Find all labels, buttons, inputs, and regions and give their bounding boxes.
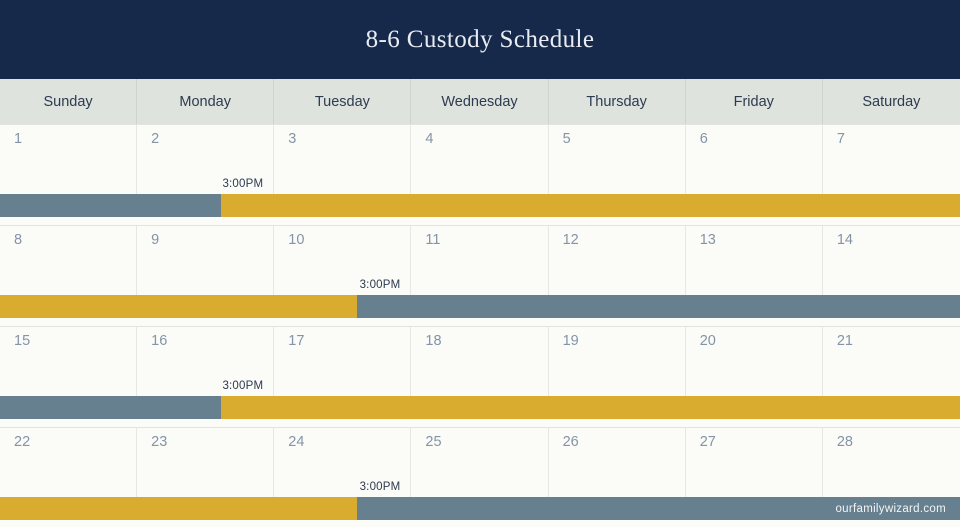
day-cell[interactable]: 7 xyxy=(822,125,960,194)
day-number: 20 xyxy=(699,333,716,349)
custody-bar-track: ourfamilywizard.com xyxy=(0,497,960,520)
day-number: 19 xyxy=(562,333,579,349)
weekday-label: Sunday xyxy=(43,93,93,110)
weekday-header-friday: Friday xyxy=(686,79,823,124)
custody-bar-parent-b[interactable] xyxy=(0,295,358,318)
day-number: 17 xyxy=(288,333,305,349)
day-cell[interactable]: 23 xyxy=(137,428,275,497)
exchange-time-label: 3:00PM xyxy=(359,481,401,493)
day-number: 1 xyxy=(14,131,23,147)
watermark: ourfamilywizard.com xyxy=(835,502,946,515)
exchange-time-label: 3:00PM xyxy=(222,380,264,392)
day-number: 11 xyxy=(425,232,441,248)
day-cell[interactable]: 6 xyxy=(685,125,823,194)
day-number: 6 xyxy=(699,131,708,147)
week-day-grid: 8 9 10 3:00PM 11 12 13 14 xyxy=(0,225,960,295)
day-cell[interactable]: 14 xyxy=(822,226,960,295)
day-number: 3 xyxy=(288,131,297,147)
weekday-header-thursday: Thursday xyxy=(549,79,686,124)
week-day-grid: 15 16 3:00PM 17 18 19 20 21 xyxy=(0,326,960,396)
week-day-grid: 22 23 24 3:00PM 25 26 27 28 xyxy=(0,427,960,497)
day-cell[interactable]: 4 xyxy=(411,125,549,194)
weekday-header-sunday: Sunday xyxy=(0,79,138,124)
day-number: 24 xyxy=(288,434,305,450)
weekday-label: Tuesday xyxy=(314,93,370,110)
day-cell[interactable]: 10 3:00PM xyxy=(274,226,412,295)
weekday-label: Wednesday xyxy=(441,93,518,110)
day-cell[interactable]: 1 xyxy=(0,125,138,194)
day-number: 4 xyxy=(425,131,434,147)
day-number: 16 xyxy=(151,333,168,349)
day-number: 5 xyxy=(562,131,571,147)
exchange-time-label: 3:00PM xyxy=(359,279,401,291)
day-cell[interactable]: 8 xyxy=(0,226,138,295)
day-cell[interactable]: 28 xyxy=(822,428,960,497)
day-number: 21 xyxy=(836,333,853,349)
week-row: 22 23 24 3:00PM 25 26 27 28 ourfamilywizard.com xyxy=(0,427,960,527)
calendar-weeks: 1 2 3:00PM 3 4 5 6 7 8 9 10 3:00PM 11 12 13 14 15 16 3:00P… xyxy=(0,124,960,527)
custody-bar-parent-a[interactable] xyxy=(357,295,960,318)
day-number: 2 xyxy=(151,131,160,147)
day-number: 28 xyxy=(836,434,853,450)
week-row: 1 2 3:00PM 3 4 5 6 7 xyxy=(0,124,960,225)
week-row: 15 16 3:00PM 17 18 19 20 21 xyxy=(0,326,960,427)
day-cell[interactable]: 12 xyxy=(548,226,686,295)
custody-bar-track xyxy=(0,295,960,318)
page-title: 8-6 Custody Schedule xyxy=(365,25,595,53)
day-cell[interactable]: 16 3:00PM xyxy=(137,327,275,396)
day-number: 23 xyxy=(151,434,168,450)
day-cell[interactable]: 11 xyxy=(411,226,549,295)
day-number: 27 xyxy=(699,434,716,450)
day-number: 13 xyxy=(699,232,716,248)
custody-bar-track xyxy=(0,396,960,419)
day-cell[interactable]: 5 xyxy=(548,125,686,194)
day-number: 15 xyxy=(14,333,31,349)
weekday-label: Monday xyxy=(179,93,231,110)
weekday-label: Saturday xyxy=(862,93,921,110)
day-cell[interactable]: 27 xyxy=(685,428,823,497)
day-number: 18 xyxy=(425,333,442,349)
day-cell[interactable]: 25 xyxy=(411,428,549,497)
day-cell[interactable]: 18 xyxy=(411,327,549,396)
weekday-header-saturday: Saturday xyxy=(823,79,960,124)
custody-bar-parent-a[interactable] xyxy=(0,194,221,217)
day-number: 12 xyxy=(562,232,579,248)
weekday-header-row: Sunday Monday Tuesday Wednesday Thursday Frid… xyxy=(0,79,960,124)
day-cell[interactable]: 19 xyxy=(548,327,686,396)
custody-bar-parent-b[interactable] xyxy=(220,194,960,217)
calendar-root: 8-6 Custody Schedule Sunday Monday Tuesday… xyxy=(0,0,960,527)
weekday-header-wednesday: Wednesday xyxy=(411,79,549,124)
weekday-header-tuesday: Tuesday xyxy=(274,79,412,124)
day-cell[interactable]: 24 3:00PM xyxy=(274,428,412,497)
day-cell[interactable]: 2 3:00PM xyxy=(137,125,275,194)
custody-bar-parent-b[interactable] xyxy=(220,396,960,419)
exchange-time-label: 3:00PM xyxy=(222,178,264,190)
week-row: 8 9 10 3:00PM 11 12 13 14 xyxy=(0,225,960,326)
day-cell[interactable]: 9 xyxy=(137,226,275,295)
week-day-grid: 1 2 3:00PM 3 4 5 6 7 xyxy=(0,124,960,194)
custody-bar-parent-b[interactable] xyxy=(0,497,358,520)
day-number: 26 xyxy=(562,434,579,450)
day-number: 7 xyxy=(836,131,845,147)
calendar-title-bar: 8-6 Custody Schedule xyxy=(0,0,960,79)
day-cell[interactable]: 22 xyxy=(0,428,138,497)
weekday-header-monday: Monday xyxy=(137,79,275,124)
weekday-label: Friday xyxy=(733,93,774,110)
custody-bar-track xyxy=(0,194,960,217)
day-cell[interactable]: 20 xyxy=(685,327,823,396)
day-number: 22 xyxy=(14,434,31,450)
day-cell[interactable]: 21 xyxy=(822,327,960,396)
day-number: 10 xyxy=(288,232,305,248)
day-cell[interactable]: 15 xyxy=(0,327,138,396)
day-cell[interactable]: 26 xyxy=(548,428,686,497)
day-cell[interactable]: 17 xyxy=(274,327,412,396)
day-cell[interactable]: 13 xyxy=(685,226,823,295)
day-number: 8 xyxy=(14,232,23,248)
day-number: 25 xyxy=(425,434,442,450)
weekday-label: Thursday xyxy=(586,93,647,110)
custody-bar-parent-a[interactable] xyxy=(0,396,221,419)
day-cell[interactable]: 3 xyxy=(274,125,412,194)
day-number: 14 xyxy=(836,232,853,248)
day-number: 9 xyxy=(151,232,160,248)
